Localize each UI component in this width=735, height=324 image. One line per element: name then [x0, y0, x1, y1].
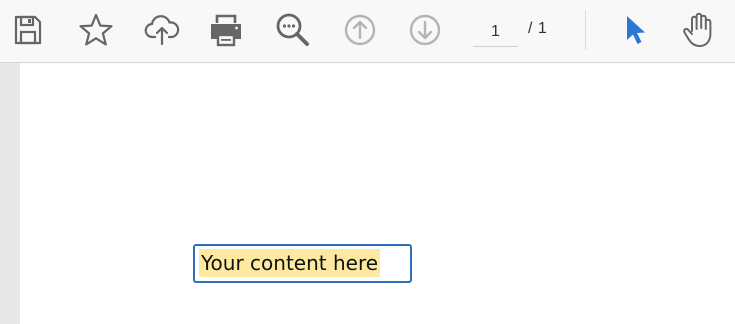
save-button[interactable] [8, 10, 48, 50]
toolbar: / 1 [0, 0, 735, 63]
print-icon [208, 13, 244, 47]
left-gutter [0, 63, 20, 324]
select-tool-button[interactable] [615, 10, 655, 50]
next-page-button[interactable] [405, 10, 445, 50]
form-text-field-value: Your content here [199, 249, 381, 277]
form-text-field[interactable]: Your content here [193, 244, 412, 283]
print-button[interactable] [206, 10, 246, 50]
search-zoom-icon [274, 11, 312, 49]
upload-button[interactable] [142, 10, 182, 50]
page-total-label: / 1 [528, 20, 548, 37]
arrow-down-circle-icon [408, 13, 442, 47]
previous-page-button[interactable] [340, 10, 380, 50]
cloud-upload-icon [144, 14, 180, 46]
document-page [20, 63, 735, 324]
pointer-arrow-icon [623, 13, 647, 47]
save-icon [13, 14, 43, 46]
zoom-button[interactable] [273, 10, 313, 50]
star-icon [78, 13, 114, 47]
hand-icon [680, 11, 718, 49]
hand-tool-button[interactable] [679, 10, 719, 50]
toolbar-divider [585, 10, 586, 50]
bookmark-star-button[interactable] [76, 10, 116, 50]
page-number-input[interactable] [473, 17, 518, 47]
arrow-up-circle-icon [343, 13, 377, 47]
